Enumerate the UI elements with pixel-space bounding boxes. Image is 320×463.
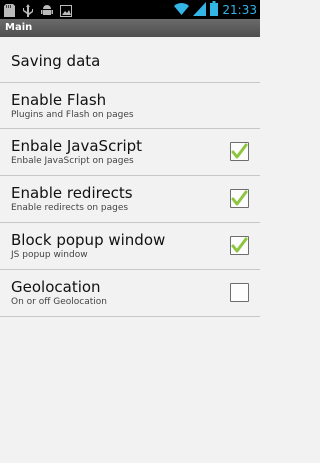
title-bar: Main	[0, 19, 260, 37]
setting-enable-javascript[interactable]: Enbale JavaScript Enbale JavaScript on p…	[0, 129, 260, 176]
setting-title: Enable Flash	[11, 91, 107, 109]
settings-list: Saving data Enable Flash Plugins and Fla…	[0, 37, 260, 317]
setting-subtitle: Enable redirects on pages	[11, 203, 129, 213]
clock: 21:33	[222, 3, 257, 17]
javascript-checkbox[interactable]	[230, 142, 249, 161]
setting-enable-redirects[interactable]: Enable redirects Enable redirects on pag…	[0, 176, 260, 223]
empty-area	[0, 318, 260, 463]
setting-title: Geolocation	[11, 278, 101, 296]
setting-block-popup[interactable]: Block popup window JS popup window	[0, 223, 260, 270]
setting-subtitle: JS popup window	[11, 250, 88, 260]
checkmark-icon	[231, 237, 248, 253]
setting-geolocation[interactable]: Geolocation On or off Geolocation	[0, 270, 260, 317]
screen-title: Main	[5, 22, 33, 33]
popup-checkbox[interactable]	[230, 236, 249, 255]
wifi-icon	[174, 1, 190, 20]
signal-icon	[193, 1, 207, 20]
setting-title: Enbale JavaScript	[11, 137, 143, 155]
status-bar: 21:33	[0, 0, 260, 19]
battery-icon	[210, 1, 219, 20]
setting-subtitle: Enbale JavaScript on pages	[11, 156, 134, 166]
status-bar-right: 21:33	[174, 1, 257, 20]
setting-enable-flash[interactable]: Enable Flash Plugins and Flash on pages	[0, 83, 260, 129]
geolocation-checkbox[interactable]	[230, 283, 249, 302]
checkmark-icon	[231, 190, 248, 206]
setting-saving-data[interactable]: Saving data	[0, 37, 260, 83]
setting-subtitle: Plugins and Flash on pages	[11, 110, 134, 120]
setting-title: Block popup window	[11, 231, 166, 249]
redirects-checkbox[interactable]	[230, 189, 249, 208]
setting-title: Saving data	[11, 52, 101, 70]
setting-subtitle: On or off Geolocation	[11, 297, 108, 307]
checkmark-icon	[231, 143, 248, 159]
setting-title: Enable redirects	[11, 184, 133, 202]
